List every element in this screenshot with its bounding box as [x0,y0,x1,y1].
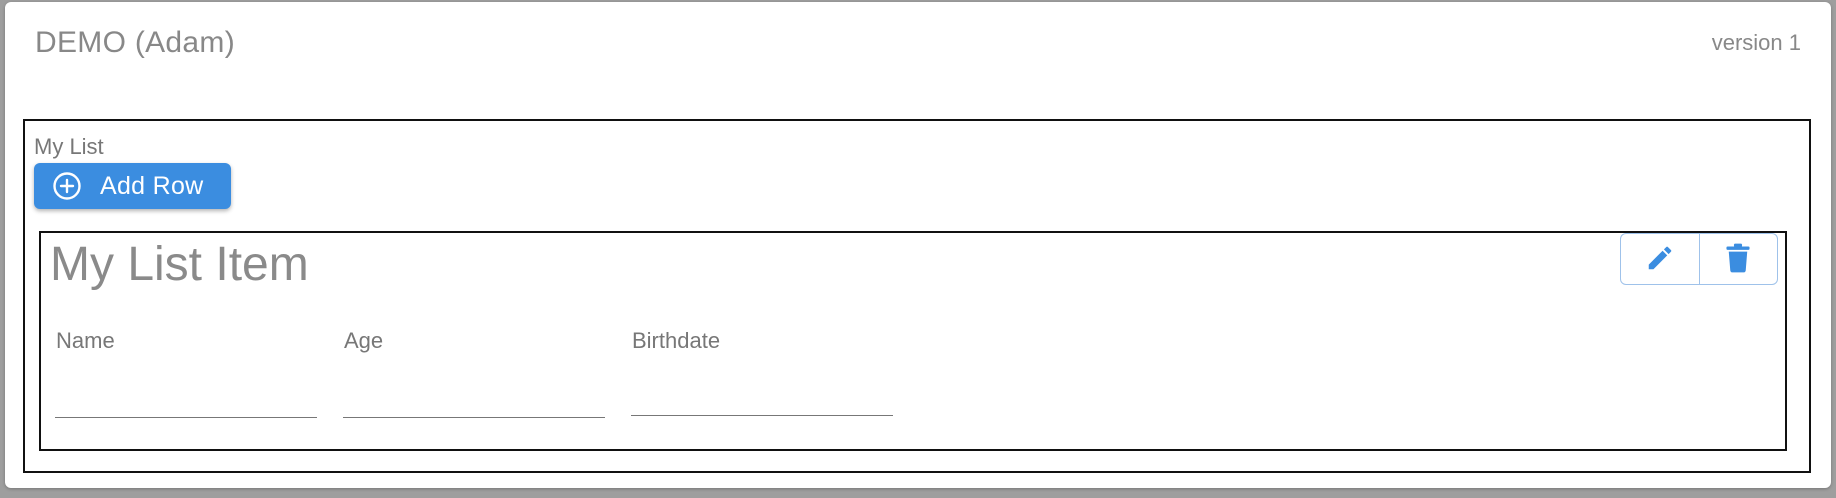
age-label: Age [344,328,384,353]
age-input[interactable] [343,378,605,418]
app-title: DEMO (Adam) [35,26,235,59]
trash-icon [1725,243,1751,276]
birthdate-input[interactable] [631,376,893,416]
list-label: My List [34,134,104,159]
birthdate-field: Birthdate [631,328,893,416]
version-label: version 1 [1711,30,1801,55]
add-row-button[interactable]: Add Row [34,163,231,209]
plus-circle-icon [52,171,82,201]
list-item: My List Item Name Age Birthdate [39,231,1787,451]
name-label: Name [56,328,115,353]
app-card: DEMO (Adam) version 1 My List Add Row My… [5,2,1831,488]
list-item-title: My List Item [50,238,309,291]
delete-button[interactable] [1698,234,1778,284]
name-field: Name [55,328,317,418]
item-actions [1620,233,1778,285]
birthdate-label: Birthdate [632,328,721,353]
age-field: Age [343,328,605,418]
name-input[interactable] [55,378,317,418]
add-row-label: Add Row [100,171,204,200]
edit-button[interactable] [1621,234,1699,284]
pencil-icon [1645,243,1675,276]
list-container: My List Add Row My List Item Name Age Bi… [23,119,1811,473]
